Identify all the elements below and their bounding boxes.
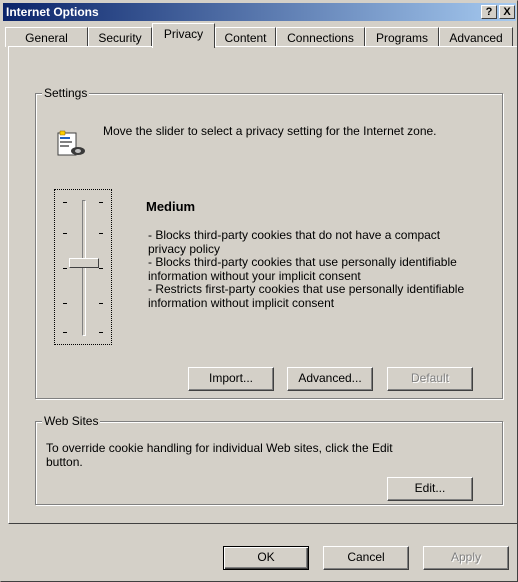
tab-connections[interactable]: Connections xyxy=(276,27,365,47)
default-button[interactable]: Default xyxy=(387,367,473,391)
tab-privacy[interactable]: Privacy xyxy=(152,23,215,48)
apply-button[interactable]: Apply xyxy=(423,546,509,570)
tab-programs[interactable]: Programs xyxy=(365,27,439,47)
close-icon: X xyxy=(503,6,511,18)
privacy-slider[interactable] xyxy=(54,189,112,345)
settings-legend: Settings xyxy=(42,86,90,100)
privacy-tab-panel: Settings Move the slider to select a pri… xyxy=(8,46,517,524)
help-button[interactable]: ? xyxy=(481,5,497,19)
privacy-level-name: Medium xyxy=(146,199,196,214)
description-line: privacy policy xyxy=(148,241,221,256)
web-sites-text: To override cookie handling for individu… xyxy=(46,441,393,469)
slider-track[interactable] xyxy=(82,200,86,336)
import-button[interactable]: Import... xyxy=(188,367,274,391)
edit-button[interactable]: Edit... xyxy=(387,477,473,501)
slider-thumb[interactable] xyxy=(69,258,99,268)
tab-advanced[interactable]: Advanced xyxy=(439,27,513,47)
ok-button[interactable]: OK xyxy=(223,546,309,570)
tab-content[interactable]: Content xyxy=(215,27,276,47)
cancel-button[interactable]: Cancel xyxy=(323,546,409,570)
web-sites-legend: Web Sites xyxy=(42,414,101,428)
advanced-button[interactable]: Advanced... xyxy=(287,367,373,391)
close-button[interactable]: X xyxy=(499,5,515,19)
description-line: information without implicit consent xyxy=(148,295,335,310)
internet-options-dialog: Internet Options ? X General Security Pr… xyxy=(0,0,518,582)
description-line: - Blocks third-party cookies that use pe… xyxy=(148,255,457,270)
tab-security[interactable]: Security xyxy=(88,27,152,47)
intro-text: Move the slider to select a privacy sett… xyxy=(103,124,437,138)
description-line: - Restricts first-party cookies that use… xyxy=(148,282,465,297)
description-line: information without your implicit consen… xyxy=(148,268,361,283)
help-icon: ? xyxy=(485,6,493,18)
settings-group: Settings Move the slider to select a pri… xyxy=(35,86,503,399)
tab-strip: General Security Privacy Content Connect… xyxy=(1,23,517,48)
privacy-icon xyxy=(57,130,85,156)
tab-general[interactable]: General xyxy=(5,27,88,47)
window-title: Internet Options xyxy=(6,5,99,19)
web-sites-group: Web Sites To override cookie handling fo… xyxy=(35,414,503,505)
title-bar[interactable]: Internet Options ? X xyxy=(3,3,516,21)
privacy-level-description: - Blocks third-party cookies that do not… xyxy=(148,228,513,311)
description-line: - Blocks third-party cookies that do not… xyxy=(148,228,441,242)
